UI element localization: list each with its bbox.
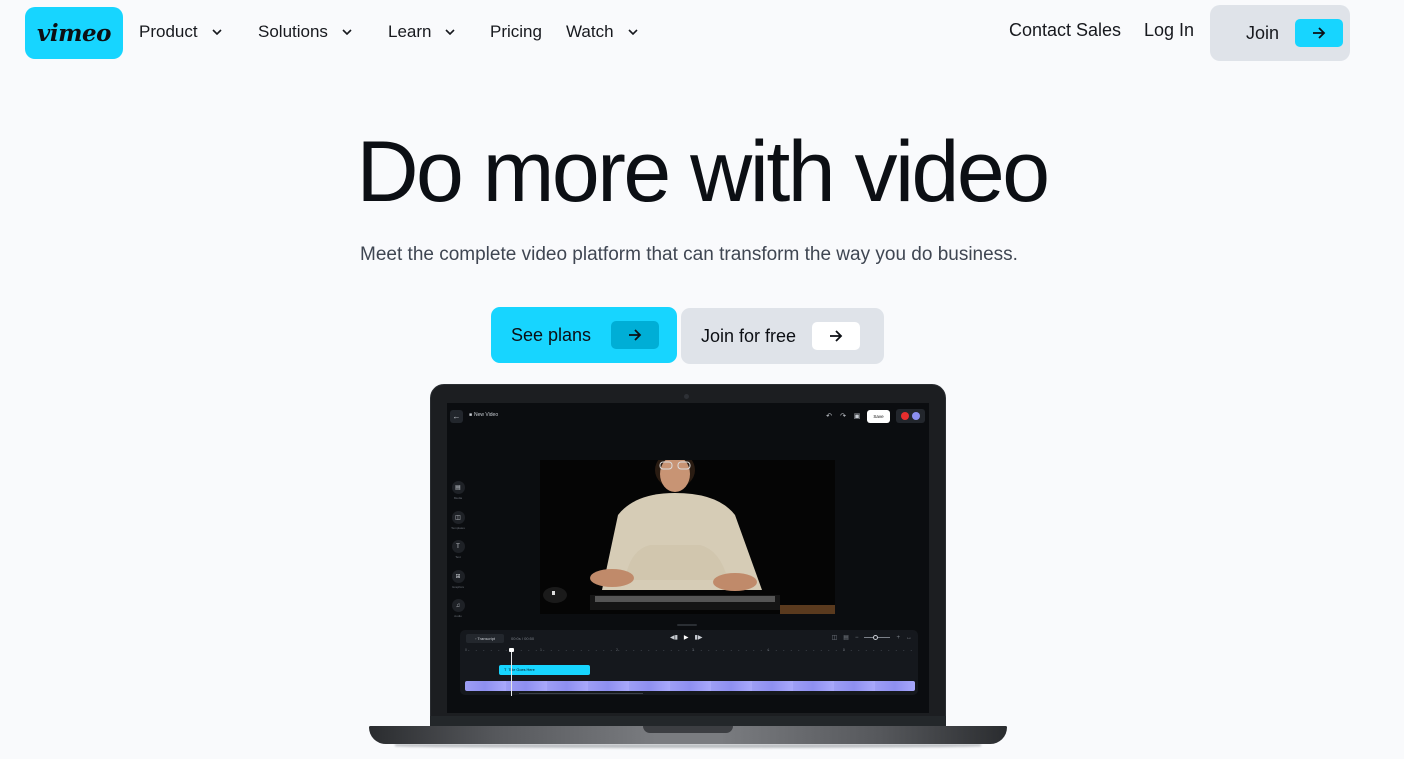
transcript-button: ◦ Transcript [466,634,504,643]
video-track-clip [465,681,915,691]
text-icon: T [451,540,465,553]
join-button[interactable]: Join [1210,5,1350,61]
redo-icon: ↷ [840,413,846,420]
split-icon: ◫ [831,635,838,641]
timeline-panel: ◦ Transcript 00:0s / 00:50 ◀▮ ▶ ▮▶ ◫ ▤ −… [460,630,918,696]
nav-item-watch[interactable]: Watch [566,20,638,44]
title-clip: T Title Goes Here [499,665,590,675]
nav-item-learn[interactable]: Learn [388,20,456,44]
ruler-label: 3 [692,648,694,652]
zoom-out-icon: − [854,634,859,641]
undo-icon: ↶ [826,413,832,420]
ruler-label: 0 [465,648,467,652]
sidebar-item-media: ▤ Media [450,481,466,511]
laptop-notch [643,726,733,733]
save-button: Save [867,409,890,423]
playhead-handle [509,648,514,652]
ruler-label: 1 [540,648,542,652]
media-icon: ▤ [451,481,465,494]
timeline-scrollbar [519,693,643,694]
arrow-right-icon [611,321,660,349]
timeline-ruler: 0 1 2 3 4 5 [465,648,913,653]
back-arrow-icon: ← [450,410,463,423]
collaborators [896,409,925,423]
hero-subtitle: Meet the complete video platform that ca… [360,244,1018,265]
resize-handle [677,624,697,626]
playback-controls: ◀▮ ▶ ▮▶ [670,634,702,641]
skip-forward-icon: ▮▶ [694,635,703,641]
contact-sales-link[interactable]: Contact Sales [1009,20,1121,41]
sidebar-item-templates: ◫ Templates [450,510,466,541]
fit-icon: ↔ [906,634,912,641]
templates-icon: ◫ [451,510,465,524]
laptop-shadow [395,744,981,748]
log-in-link[interactable]: Log In [1144,20,1194,41]
chevron-down-icon [445,27,456,37]
nav-item-solutions[interactable]: Solutions [258,20,352,44]
zoom-slider-knob [873,635,879,640]
sidebar-item-graphics: ⊞ Graphics [450,569,466,600]
lock-icon: ■ [469,412,473,418]
playhead [511,650,512,696]
editor-toolbar: ↶ ↷ ▣ Save [825,409,925,423]
audio-icon: ♫ [451,599,465,612]
see-plans-button[interactable]: See plans [491,307,677,363]
chevron-down-icon [342,27,352,37]
arrow-right-icon [1295,19,1344,47]
comment-icon: ▣ [853,413,861,420]
nav-item-product[interactable]: Product [139,20,222,44]
trash-icon: ▤ [843,635,849,641]
laptop-camera [684,394,689,399]
top-navigation: vimeo Product Solutions Learn Pricing Wa… [0,0,1404,64]
play-icon: ▶ [683,635,689,641]
ruler-label: 4 [767,648,769,652]
ruler-label: 2 [616,648,618,652]
zoom-in-icon: + [896,634,900,641]
video-preview [540,460,835,614]
video-editor-screen: ← ■ New Video ↶ ↷ ▣ Save ▤ Media ◫ Templ… [447,403,929,713]
hero-title: Do more with video [356,124,1050,220]
transcript-icon: ◦ [474,636,477,641]
skip-back-icon: ◀▮ [670,635,678,641]
editor-sidebar: ▤ Media ◫ Templates T Text ⊞ Graphics ♫ … [450,481,466,629]
arrow-right-icon [812,322,861,350]
avatar [901,412,909,420]
ruler-label: 5 [843,648,845,652]
sidebar-item-audio: ♫ Audio [450,599,466,629]
text-icon: T [504,668,507,672]
zoom-slider [864,635,891,640]
avatar [912,412,920,420]
join-for-free-button[interactable]: Join for free [681,308,884,364]
graphics-icon: ⊞ [451,569,465,583]
chevron-down-icon [212,27,222,37]
video-frame-person-typing [540,460,835,614]
timecode: 00:0s / 00:50 [511,636,535,641]
vimeo-logo[interactable]: vimeo [25,7,123,59]
project-title: ■ New Video [469,412,499,418]
sidebar-item-text: T Text [450,540,466,570]
ruler-ticks [465,650,913,651]
chevron-down-icon [627,27,638,37]
nav-item-pricing[interactable]: Pricing [490,20,542,44]
timeline-tools: ◫ ▤ − + ↔ [831,634,912,642]
